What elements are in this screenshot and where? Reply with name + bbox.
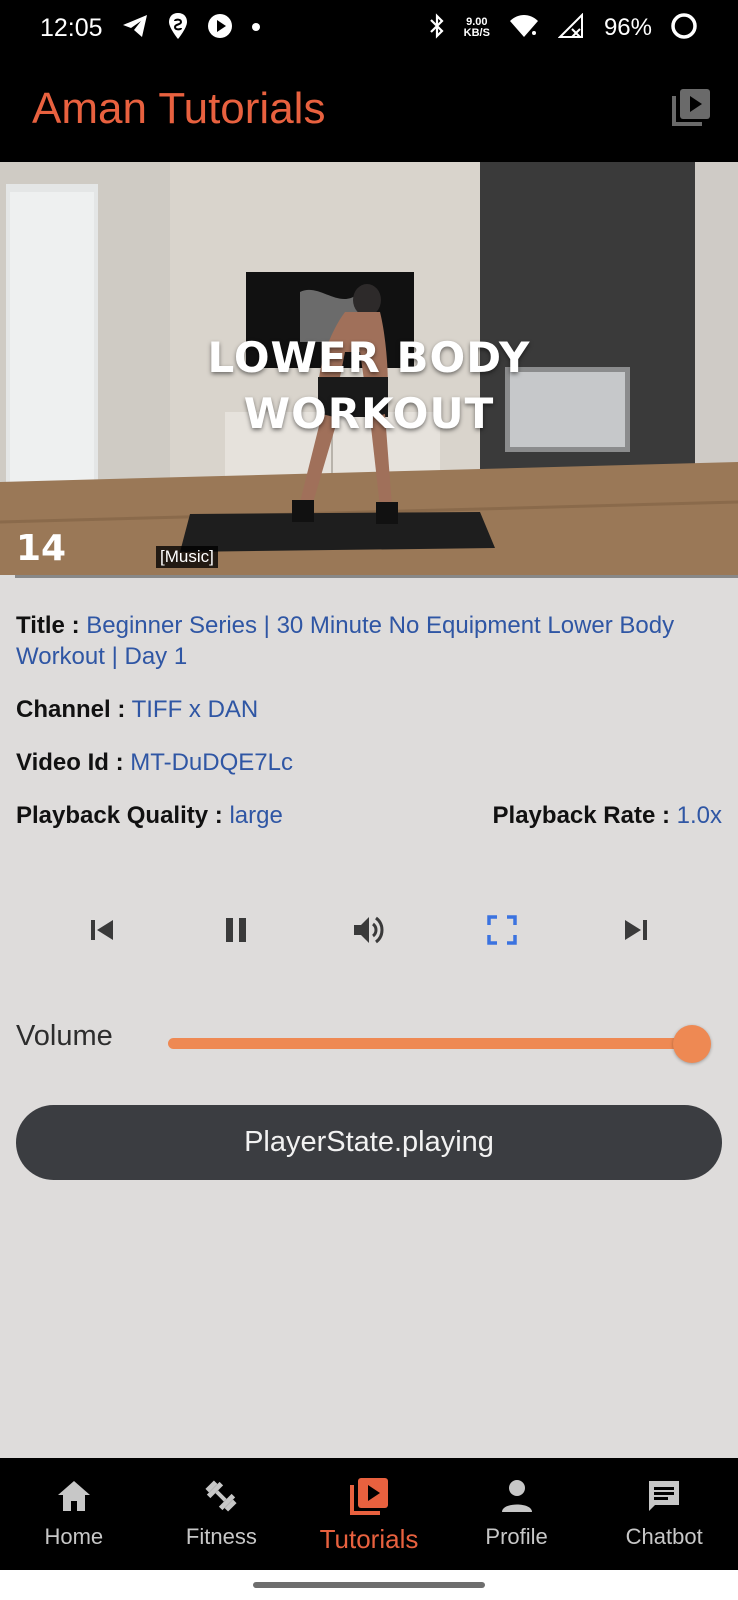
status-time: 12:05 [40, 13, 103, 42]
title-row: Title : Beginner Series | 30 Minute No E… [16, 610, 722, 672]
swiggy-icon [167, 12, 189, 45]
network-speed-unit: KB/S [463, 27, 490, 39]
network-speed: 9.00 KB/S [464, 17, 490, 39]
home-icon [55, 1474, 93, 1518]
battery-percent: 96% [603, 14, 652, 41]
playback-quality-value: large [229, 802, 283, 829]
signal-icon [557, 12, 586, 44]
nav-item-fitness[interactable]: Fitness [148, 1458, 296, 1570]
playback-rate-value: 1.0x [676, 802, 722, 829]
gesture-bar[interactable] [253, 1582, 485, 1588]
nav-item-home[interactable]: Home [0, 1458, 148, 1570]
title-value: Beginner Series | 30 Minute No Equipment… [16, 612, 675, 670]
skip-next-icon[interactable] [616, 910, 656, 950]
nav-label-tutorials: Tutorials [319, 1524, 419, 1554]
playback-quality: Playback Quality : large [16, 800, 283, 831]
app-title: Aman Tutorials [32, 84, 326, 133]
volume-up-icon[interactable] [349, 910, 389, 950]
dot-icon [251, 19, 261, 37]
video-library-icon [348, 1474, 390, 1518]
telegram-icon [121, 13, 149, 44]
video-player[interactable]: LOWER BODY WORKOUT 14 [Music] [0, 162, 738, 578]
nav-label-home: Home [44, 1524, 104, 1549]
title-label: Title : [16, 612, 80, 639]
video-overlay-title: LOWER BODY WORKOUT [0, 330, 738, 442]
video-counter: 14 [16, 528, 67, 569]
player-controls [0, 900, 738, 960]
player-state-button[interactable]: PlayerState.playing [16, 1105, 722, 1180]
play-circle-icon [207, 13, 233, 44]
wifi-icon [508, 13, 540, 44]
video-overlay-title-line2: WORKOUT [243, 389, 495, 438]
playback-quality-label: Playback Quality : [16, 802, 223, 829]
status-bar: 12:05 9.00 KB/S 96% [0, 0, 738, 56]
volume-slider[interactable] [168, 1038, 692, 1049]
volume-slider-thumb[interactable] [673, 1025, 711, 1063]
nav-label-fitness: Fitness [185, 1524, 257, 1549]
nav-item-profile[interactable]: Profile [443, 1458, 591, 1570]
playback-rate: Playback Rate : 1.0x [493, 800, 722, 831]
bottom-nav: Home Fitness Tutorials Profile Chatbot [0, 1458, 738, 1570]
gesture-area [0, 1570, 738, 1600]
video-caption: [Music] [156, 546, 218, 568]
video-progress-bar[interactable] [0, 575, 738, 578]
video-id-label: Video Id : [16, 749, 124, 776]
channel-label: Channel : [16, 696, 126, 723]
chat-icon [645, 1474, 683, 1518]
nav-item-tutorials[interactable]: Tutorials [295, 1458, 443, 1570]
video-id-row: Video Id : MT-DuDQE7Lc [16, 747, 722, 778]
video-info: Title : Beginner Series | 30 Minute No E… [16, 610, 722, 853]
pause-icon[interactable] [216, 910, 256, 950]
app-bar: Aman Tutorials [0, 56, 738, 162]
volume-control: Volume [16, 1010, 722, 1070]
person-icon [499, 1474, 535, 1518]
fitness-icon [201, 1474, 241, 1518]
battery-icon [670, 12, 698, 45]
video-library-icon[interactable] [670, 86, 712, 133]
playback-rate-label: Playback Rate : [492, 802, 670, 829]
video-progress-fill [0, 575, 15, 578]
nav-label-profile: Profile [485, 1524, 548, 1549]
volume-label: Volume [16, 1020, 113, 1052]
channel-row: Channel : TIFF x DAN [16, 694, 722, 725]
nav-label-chatbot: Chatbot [625, 1524, 703, 1549]
skip-previous-icon[interactable] [82, 910, 122, 950]
bluetooth-icon [428, 12, 446, 44]
fullscreen-icon[interactable] [482, 910, 522, 950]
video-overlay-title-line1: LOWER BODY [207, 333, 531, 382]
video-id-value: MT-DuDQE7Lc [130, 749, 293, 776]
channel-value: TIFF x DAN [131, 696, 259, 723]
nav-item-chatbot[interactable]: Chatbot [590, 1458, 738, 1570]
playback-row: Playback Quality : large Playback Rate :… [16, 800, 722, 831]
